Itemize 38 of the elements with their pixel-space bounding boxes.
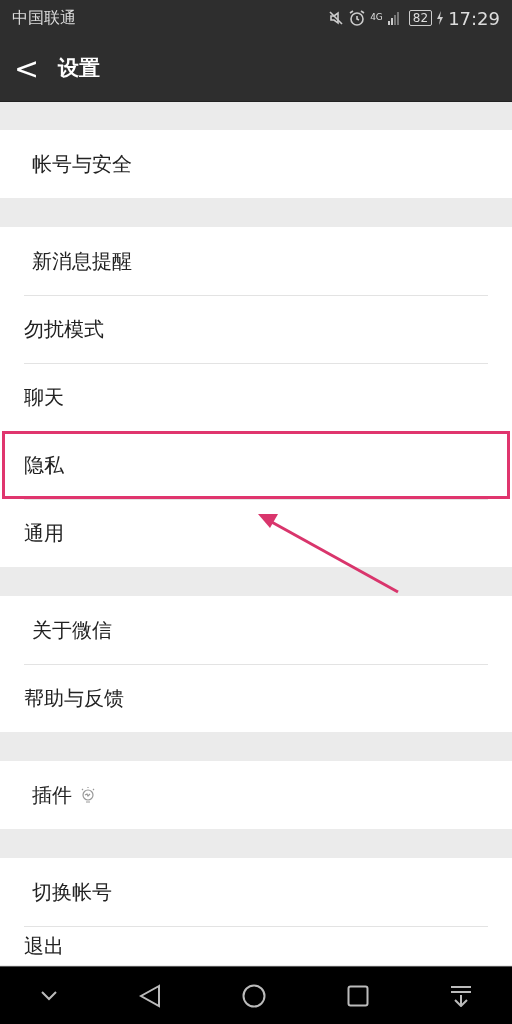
- item-label: 隐私: [24, 452, 64, 479]
- item-label: 退出: [24, 932, 64, 960]
- item-label: 插件: [32, 782, 72, 809]
- home-icon[interactable]: [242, 983, 266, 1008]
- network-label: 4G: [370, 11, 383, 25]
- settings-item[interactable]: 勿扰模式: [0, 295, 512, 363]
- page-title: 设置: [58, 54, 100, 82]
- item-label: 帮助与反馈: [24, 685, 124, 712]
- battery-level: 82: [408, 10, 433, 26]
- item-label: 勿扰模式: [24, 316, 104, 343]
- settings-item[interactable]: 隐私: [0, 431, 512, 499]
- item-label: 新消息提醒: [32, 248, 132, 275]
- settings-item[interactable]: 帐号与安全: [0, 130, 512, 198]
- notification-icon[interactable]: [449, 984, 472, 1007]
- carrier-name: 中国联通: [12, 7, 76, 29]
- back-icon[interactable]: [139, 983, 162, 1008]
- charging-icon: [436, 11, 445, 25]
- settings-item[interactable]: 关于微信: [0, 596, 512, 664]
- settings-item[interactable]: 插件: [0, 761, 512, 829]
- alarm-icon: [348, 9, 367, 27]
- settings-item[interactable]: 新消息提醒: [0, 227, 512, 295]
- signal-icon: [386, 11, 401, 25]
- collapse-icon[interactable]: [40, 989, 59, 1002]
- settings-item[interactable]: 退出: [0, 926, 512, 965]
- settings-item[interactable]: 帮助与反馈: [0, 664, 512, 732]
- settings-item[interactable]: 聊天: [0, 363, 512, 431]
- item-label: 通用: [24, 520, 64, 547]
- settings-item[interactable]: 切换帐号: [0, 858, 512, 926]
- item-label: 帐号与安全: [32, 151, 132, 178]
- back-button[interactable]: <: [0, 46, 58, 91]
- recent-apps-icon[interactable]: [346, 984, 369, 1007]
- settings-item[interactable]: 通用: [0, 499, 512, 567]
- mute-icon: [328, 10, 345, 26]
- item-label: 切换帐号: [32, 879, 112, 906]
- status-time: 17:29: [448, 6, 500, 31]
- item-label: 关于微信: [32, 617, 112, 644]
- item-label: 聊天: [24, 384, 64, 411]
- lightbulb-icon: [80, 786, 96, 804]
